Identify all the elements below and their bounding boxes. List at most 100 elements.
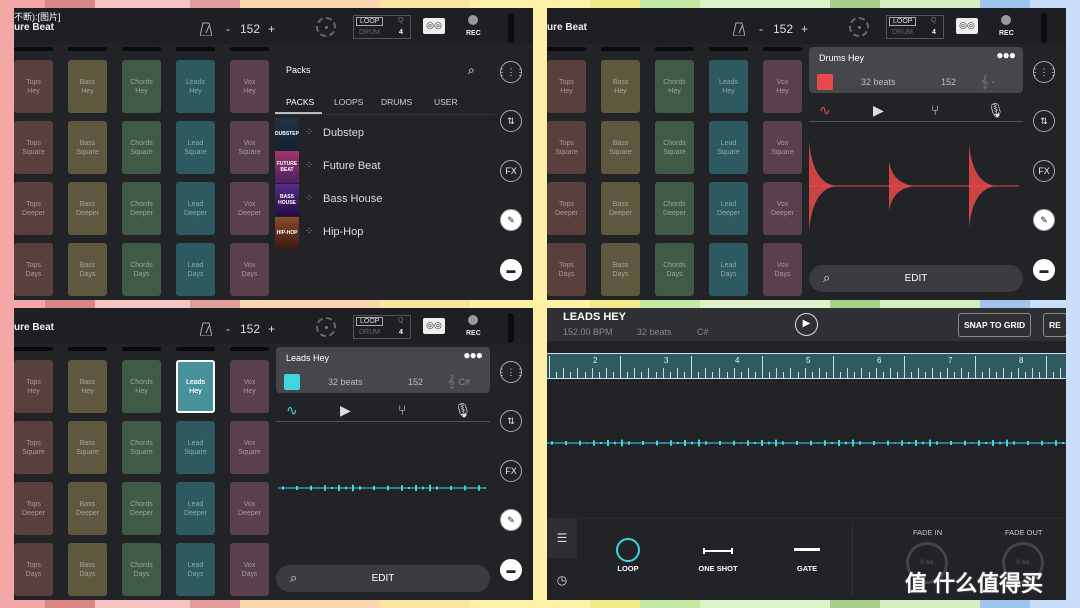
pad[interactable]: Lead Square [176, 421, 215, 474]
pad[interactable]: Vox Days [230, 243, 269, 296]
pad[interactable]: Bass Square [68, 421, 107, 474]
edit-button[interactable]: ⌕ EDIT [809, 265, 1023, 292]
waveform-icon[interactable]: ∿ [286, 402, 298, 419]
grid-icon[interactable]: ⋮⋮⋮ [498, 361, 525, 383]
timeline-ruler[interactable]: 2 3 4 5 6 7 8 [547, 353, 1066, 379]
sample-color-swatch[interactable] [284, 374, 300, 390]
pad[interactable]: Chords Deeper [122, 182, 161, 235]
column-stop-bar[interactable] [655, 47, 694, 51]
bpm-value[interactable]: 152 [240, 22, 260, 36]
fx-button[interactable]: FX [500, 460, 522, 482]
more-options-icon[interactable]: ●●● [996, 48, 1016, 62]
column-stop-bar[interactable] [230, 347, 269, 351]
loop-drum-quantize-toggle[interactable]: LOOP DRUM Q 4 [353, 15, 411, 39]
grid-icon[interactable]: ⋮⋮⋮ [498, 61, 525, 83]
pad[interactable]: Bass Square [601, 121, 640, 174]
scroll-handle[interactable] [1041, 13, 1047, 43]
column-stop-bar[interactable] [230, 47, 269, 51]
playmode-loop[interactable]: LOOP [593, 538, 663, 573]
pad[interactable]: Tops Hey [547, 60, 586, 113]
mixer-icon[interactable]: ⇅ [500, 110, 522, 132]
history-clock-tab[interactable]: ◷ [547, 560, 577, 600]
playmode-one-shot[interactable]: ONE SHOT [683, 538, 753, 573]
pad[interactable]: Vox Days [230, 543, 269, 596]
record-button[interactable] [468, 315, 478, 325]
microphone-icon[interactable]: 🎙︎ [454, 402, 472, 419]
column-stop-bar[interactable] [14, 47, 53, 51]
scroll-handle[interactable] [508, 313, 514, 343]
edit-icon[interactable]: ✎ [500, 209, 522, 231]
pad[interactable]: Chords Hey [122, 60, 161, 113]
quantize-value[interactable]: 4 [932, 29, 936, 36]
drum-label[interactable]: DRUM [892, 29, 913, 36]
bpm-increment-button[interactable]: + [268, 22, 275, 36]
pad[interactable]: Bass Hey [601, 60, 640, 113]
loop-label[interactable]: LOOP [356, 317, 384, 326]
pad[interactable]: Bass Days [601, 243, 640, 296]
pad[interactable]: Vox Deeper [230, 482, 269, 535]
more-options-icon[interactable]: ●●● [463, 348, 483, 362]
pad[interactable]: Lead Square [176, 121, 215, 174]
pad[interactable]: Lead Days [176, 243, 215, 296]
pad[interactable]: Tops Days [14, 543, 53, 596]
bpm-decrement-button[interactable]: - [759, 22, 763, 36]
tuning-fork-icon[interactable]: ⑂ [931, 102, 939, 118]
scroll-handle[interactable] [508, 13, 514, 43]
sample-info-card[interactable]: Drums Hey ●●● 32 beats 152 𝄞 - [809, 47, 1023, 93]
loop-drum-quantize-toggle[interactable]: LOOP DRUM Q 4 [353, 315, 411, 339]
pad[interactable]: Tops Hey [14, 60, 53, 113]
pad[interactable]: Tops Hey [14, 360, 53, 413]
mixer-icon[interactable]: ⇅ [1033, 110, 1055, 132]
column-stop-bar[interactable] [122, 47, 161, 51]
pad[interactable]: Chords Hey [655, 60, 694, 113]
pad[interactable]: Chords Days [122, 543, 161, 596]
loop-label[interactable]: LOOP [889, 17, 917, 26]
column-stop-bar[interactable] [122, 347, 161, 351]
pad[interactable]: Bass Deeper [68, 182, 107, 235]
play-button[interactable]: ▶ [795, 313, 818, 336]
snap-to-grid-button[interactable]: SNAP TO GRID [958, 313, 1032, 337]
search-icon[interactable]: ⌕ [468, 63, 475, 78]
folder-icon[interactable]: ▬ [500, 259, 522, 281]
pad[interactable]: Vox Hey [230, 60, 269, 113]
pad[interactable]: Chords Square [122, 121, 161, 174]
grid-icon[interactable]: ⋮⋮⋮ [1031, 61, 1058, 83]
pad[interactable]: Bass Deeper [68, 482, 107, 535]
folder-icon[interactable]: ▬ [500, 559, 522, 581]
pad[interactable]: Lead Days [176, 543, 215, 596]
pad[interactable]: Chords Days [122, 243, 161, 296]
pad[interactable]: Tops Square [547, 121, 586, 174]
cassette-icon[interactable]: ◎◎ [423, 18, 445, 34]
pad[interactable]: Vox Deeper [763, 182, 802, 235]
pad[interactable]: Tops Deeper [14, 482, 53, 535]
bpm-increment-button[interactable]: + [801, 22, 808, 36]
pad[interactable]: Leads Hey [176, 60, 215, 113]
edit-button[interactable]: ⌕ EDIT [276, 565, 490, 592]
loop-label[interactable]: LOOP [356, 17, 384, 26]
tuning-fork-icon[interactable]: ⑂ [398, 402, 406, 418]
pad[interactable]: Bass Days [68, 243, 107, 296]
play-preview-icon[interactable]: ▶︎ [873, 102, 884, 119]
quantize-value[interactable]: 4 [399, 29, 403, 36]
edit-icon[interactable]: ✎ [500, 509, 522, 531]
tab-packs[interactable]: PACKS [286, 97, 314, 107]
metronome-icon[interactable] [732, 22, 746, 37]
column-stop-bar[interactable] [68, 47, 107, 51]
pad[interactable]: Bass Square [68, 121, 107, 174]
pad[interactable]: Tops Square [14, 121, 53, 174]
cassette-icon[interactable]: ◎◎ [423, 318, 445, 334]
pad[interactable]: Vox Hey [230, 360, 269, 413]
pad[interactable]: Chords Square [122, 421, 161, 474]
pad[interactable]: Tops Deeper [547, 182, 586, 235]
pad[interactable]: Bass Hey [68, 60, 107, 113]
sample-color-swatch[interactable] [817, 74, 833, 90]
bpm-value[interactable]: 152 [773, 22, 793, 36]
pack-list-item[interactable]: HIP-HOP ⁘ Hip-Hop [275, 217, 495, 249]
pad[interactable]: Leads Hey [709, 60, 748, 113]
mixer-icon[interactable]: ⇅ [500, 410, 522, 432]
reset-button[interactable]: RE [1043, 313, 1066, 337]
bpm-value[interactable]: 152 [240, 322, 260, 336]
pad[interactable]: Chords Hey [122, 360, 161, 413]
microphone-icon[interactable]: 🎙︎ [987, 102, 1005, 119]
tab-drums[interactable]: DRUMS [381, 97, 412, 107]
